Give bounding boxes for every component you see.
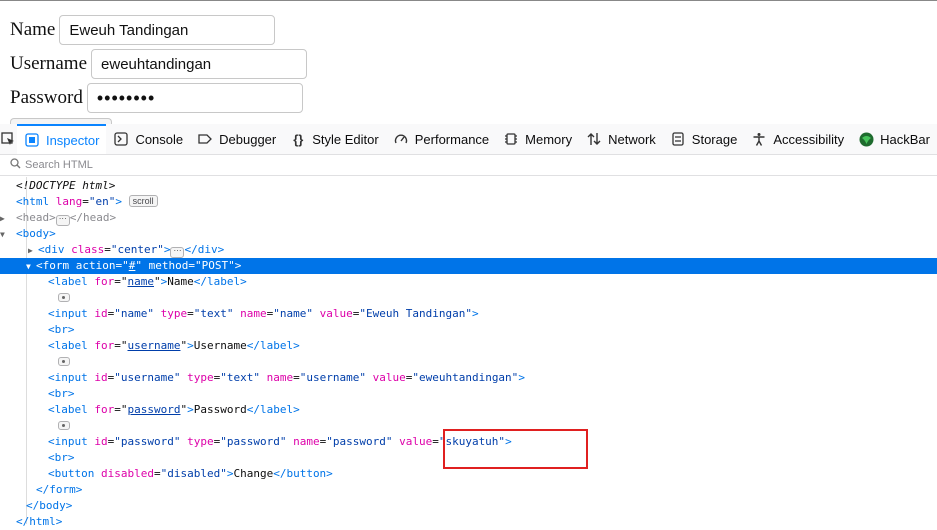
password-row: Password	[10, 83, 303, 113]
markup-line[interactable]: <!DOCTYPE html>	[0, 178, 937, 194]
tab-label: HackBar	[880, 131, 930, 147]
markup-line[interactable]: <input id="username" type="text" name="u…	[0, 370, 937, 386]
expand-arrow-icon[interactable]: ▶	[0, 211, 10, 227]
tab-label: Debugger	[219, 131, 277, 147]
inspector-icon	[24, 132, 40, 148]
search-bar	[0, 155, 937, 176]
name-row: Name	[10, 15, 276, 45]
markup-line[interactable]: <html lang="en"> scroll	[0, 194, 937, 210]
element-picker-icon	[0, 131, 16, 147]
whitespace-line	[0, 290, 937, 306]
search-html-input[interactable]	[25, 159, 325, 171]
doctype-node: <!DOCTYPE html>	[16, 179, 116, 192]
tab-label: Console	[135, 131, 184, 147]
tab-performance[interactable]: Performance	[386, 124, 496, 154]
ellipsis-icon[interactable]: ···	[55, 215, 70, 226]
selected-markup-line[interactable]: ▼ <form action="#" method="POST">	[0, 258, 937, 274]
whitespace-line	[0, 354, 937, 370]
tab-console[interactable]: Console	[106, 124, 190, 154]
tab-inspector[interactable]: Inspector	[16, 124, 107, 154]
username-row: Username	[10, 49, 308, 79]
hackbar-icon	[858, 131, 874, 147]
tab-hackbar[interactable]: HackBar	[851, 124, 937, 154]
ellipsis-icon[interactable]: ···	[170, 247, 185, 258]
markup-line[interactable]: <label for="name">Name</label>	[0, 274, 937, 290]
accessibility-icon	[751, 131, 767, 147]
tab-network[interactable]: Network	[579, 124, 663, 154]
collapse-arrow-icon[interactable]: ▼	[0, 227, 10, 243]
username-label: Username	[10, 53, 88, 74]
tab-label: Memory	[525, 131, 573, 147]
tab-label: Accessibility	[773, 131, 845, 147]
markup-line[interactable]: </body>	[0, 498, 937, 514]
markup-line[interactable]: <label for="password">Password</label>	[0, 402, 937, 418]
markup-line[interactable]: </html>	[0, 514, 937, 530]
tab-label: Style Editor	[312, 131, 379, 147]
username-input[interactable]	[91, 49, 308, 79]
storage-icon	[670, 131, 686, 147]
scroll-badge[interactable]: scroll	[128, 195, 158, 207]
markup-view: <!DOCTYPE html> <html lang="en"> scroll …	[0, 177, 937, 528]
markup-line[interactable]: <br>	[0, 386, 937, 402]
expand-arrow-icon[interactable]: ▶	[28, 243, 38, 259]
highlight-annotation-box	[443, 429, 588, 469]
tab-memory[interactable]: Memory	[496, 124, 579, 154]
element-picker-button[interactable]	[0, 124, 17, 154]
tab-label: Performance	[414, 131, 490, 147]
markup-line[interactable]: ▼ <body>	[0, 226, 937, 242]
web-page: Name Username Password	[0, 0, 937, 127]
style-editor-icon: {}	[293, 131, 304, 147]
tab-debugger[interactable]: Debugger	[190, 124, 283, 154]
password-input[interactable]	[86, 83, 303, 113]
whitespace-icon	[58, 421, 70, 430]
markup-line[interactable]: <label for="username">Username</label>	[0, 338, 937, 354]
markup-line[interactable]: ▶ <head> ··· </head>	[0, 210, 937, 226]
name-label: Name	[10, 19, 56, 40]
performance-icon	[393, 131, 409, 147]
tab-label: Storage	[691, 131, 738, 147]
debugger-icon	[197, 131, 213, 147]
devtools-toolbar: Inspector Console Debugger {} Style Edit…	[0, 124, 937, 155]
collapse-arrow-icon[interactable]: ▼	[26, 259, 36, 275]
tab-accessibility[interactable]: Accessibility	[744, 124, 851, 154]
whitespace-icon	[58, 357, 70, 366]
password-label: Password	[10, 87, 83, 108]
search-icon	[10, 158, 21, 172]
markup-line[interactable]: </form>	[0, 482, 937, 498]
tab-storage[interactable]: Storage	[663, 124, 745, 154]
network-icon	[586, 131, 602, 147]
name-input[interactable]	[59, 15, 276, 45]
markup-line[interactable]: ▶ <div class="center"> ··· </div>	[0, 242, 937, 258]
tab-label: Network	[608, 131, 656, 147]
whitespace-icon	[58, 293, 70, 302]
markup-line[interactable]: <input id="name" type="text" name="name"…	[0, 306, 937, 322]
console-icon	[113, 131, 129, 147]
tab-label: Inspector	[45, 132, 100, 148]
memory-icon	[503, 131, 519, 147]
tab-style-editor[interactable]: {} Style Editor	[283, 124, 385, 154]
markup-line[interactable]: <br>	[0, 322, 937, 338]
